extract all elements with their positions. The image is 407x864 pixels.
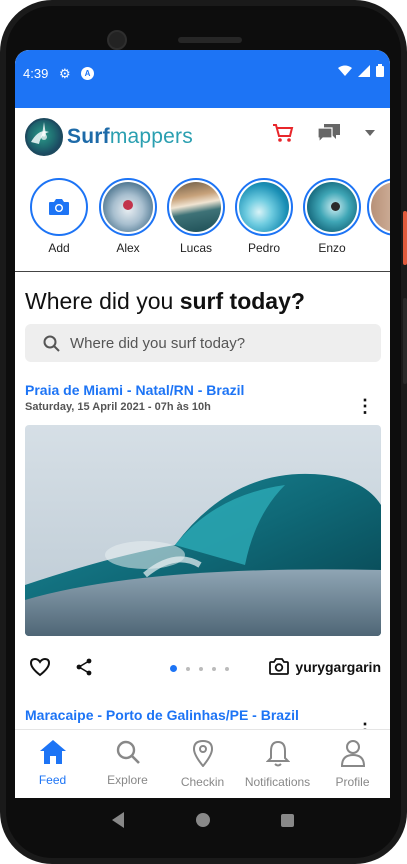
story-alex[interactable]: Alex	[97, 178, 159, 255]
status-icons	[338, 64, 384, 77]
story-photo	[371, 182, 390, 232]
story-photo	[307, 182, 357, 232]
carousel-dot[interactable]	[186, 666, 190, 671]
carousel-dot[interactable]	[199, 666, 203, 671]
person-icon	[340, 740, 365, 767]
post-more-options-icon[interactable]: ⋮	[356, 396, 374, 417]
earpiece-speaker	[178, 37, 242, 43]
app-notification-icon: A	[81, 67, 94, 80]
front-camera	[107, 30, 127, 50]
story-avatar-ring	[367, 178, 390, 236]
battery-icon	[376, 64, 384, 77]
search-bar[interactable]: Where did you surf today?	[25, 324, 381, 362]
tab-explore[interactable]: Explore	[90, 730, 165, 798]
story-name: Pedro	[247, 241, 281, 255]
shopping-cart-icon[interactable]	[272, 123, 294, 143]
post-photo[interactable]	[25, 425, 381, 636]
header-actions	[272, 122, 376, 144]
chat-bubbles-icon[interactable]	[316, 122, 342, 144]
camera-icon	[49, 199, 69, 215]
app-screen: 4:39 ⚙ A Surfmappers Add Alex Lucas Pedr…	[15, 50, 390, 798]
tab-profile[interactable]: Profile	[315, 730, 390, 798]
story-add[interactable]: Add	[28, 178, 90, 255]
post-author[interactable]: yurygargarin	[269, 658, 381, 675]
search-icon	[43, 335, 60, 352]
story-name: Lucas	[179, 241, 213, 255]
story-lucas[interactable]: Lucas	[165, 178, 227, 255]
story-avatar-ring	[30, 178, 88, 236]
signal-icon	[358, 64, 370, 77]
story-avatar-ring	[235, 178, 293, 236]
brand-name: Surfmappers	[67, 125, 193, 148]
volume-button[interactable]	[403, 298, 407, 384]
post-location-link[interactable]: Maracaipe - Porto de Galinhas/PE - Brazi…	[25, 707, 299, 723]
tab-label: Checkin	[180, 775, 225, 789]
story-photo	[239, 182, 289, 232]
post-actions: yurygargarin	[25, 655, 381, 683]
carousel-dot[interactable]	[212, 666, 216, 671]
story-name: Alex	[116, 241, 140, 255]
status-bar: 4:39 ⚙ A	[15, 50, 390, 108]
surf-question-heading: Where did you surf today?	[25, 288, 305, 314]
story-photo	[171, 182, 221, 232]
bell-icon	[265, 740, 290, 767]
location-pin-icon	[192, 739, 213, 768]
search-icon	[116, 740, 140, 764]
search-placeholder: Where did you surf today?	[70, 334, 246, 352]
share-icon[interactable]	[75, 658, 93, 676]
tab-checkin[interactable]: Checkin	[165, 730, 240, 798]
bottom-tab-bar: Feed Explore Checkin Notifications Profi…	[15, 729, 390, 798]
dropdown-caret-icon[interactable]	[364, 129, 376, 137]
status-time: 4:39	[23, 66, 49, 81]
tab-label: Notifications	[244, 775, 311, 789]
carousel-dot[interactable]	[225, 666, 229, 671]
carousel-dot[interactable]	[170, 665, 177, 672]
android-nav-bar	[15, 798, 390, 842]
post-date: Saturday, 15 April 2021 - 07h às 10h	[25, 401, 211, 413]
power-button[interactable]	[403, 211, 407, 265]
story-avatar-ring	[99, 178, 157, 236]
app-header: Surfmappers	[15, 108, 390, 168]
story-avatar-ring	[167, 178, 225, 236]
story-partial[interactable]	[367, 178, 390, 236]
tab-feed[interactable]: Feed	[15, 730, 90, 798]
compass-logo-icon	[25, 118, 63, 156]
wifi-icon	[338, 65, 352, 76]
story-name: Enzo	[318, 241, 346, 255]
story-avatar-ring	[303, 178, 361, 236]
settings-status-icon: ⚙	[59, 66, 71, 81]
camera-outline-icon	[269, 658, 290, 675]
story-enzo[interactable]: Enzo	[301, 178, 363, 255]
home-circle-icon[interactable]	[195, 812, 211, 828]
carousel-dots[interactable]	[170, 665, 229, 672]
stories-row: Add Alex Lucas Pedro Enzo	[15, 178, 390, 270]
back-icon[interactable]	[110, 811, 126, 829]
story-pedro[interactable]: Pedro	[233, 178, 295, 255]
post-location-link[interactable]: Praia de Miami - Natal/RN - Brazil	[25, 382, 244, 398]
story-photo	[103, 182, 153, 232]
tab-label: Profile	[335, 775, 370, 789]
author-username: yurygargarin	[295, 658, 381, 675]
story-name: Add	[48, 241, 70, 255]
stories-divider	[15, 271, 390, 272]
tab-label: Feed	[38, 773, 67, 787]
home-icon	[39, 740, 66, 764]
tab-notifications[interactable]: Notifications	[240, 730, 315, 798]
like-heart-icon[interactable]	[29, 657, 51, 677]
tab-label: Explore	[107, 773, 148, 787]
recents-icon[interactable]	[280, 813, 295, 828]
brand-logo[interactable]: Surfmappers	[25, 118, 193, 156]
